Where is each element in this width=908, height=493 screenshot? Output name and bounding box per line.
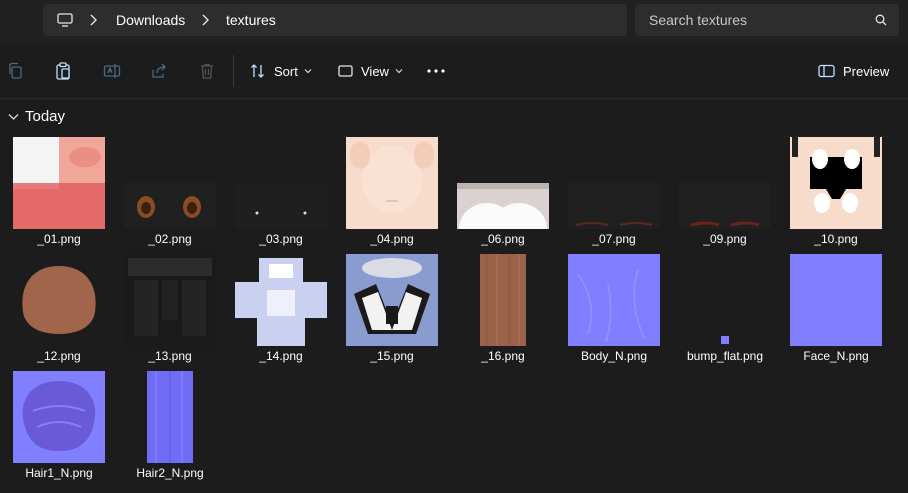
file-thumbnail <box>679 137 771 229</box>
file-name: _04.png <box>370 232 414 246</box>
file-thumbnail <box>568 137 660 229</box>
chevron-right-icon[interactable] <box>88 14 98 26</box>
file-thumbnail <box>346 137 438 229</box>
file-name: Hair2_N.png <box>136 466 204 480</box>
file-item[interactable]: _13.png <box>117 249 223 363</box>
preview-pane-icon <box>818 64 835 78</box>
file-thumbnail <box>124 371 216 463</box>
address-bar[interactable]: Downloads textures <box>43 4 627 36</box>
search-icon[interactable] <box>875 14 887 26</box>
file-item[interactable]: _07.png <box>561 132 667 246</box>
file-name: _13.png <box>148 349 192 363</box>
file-thumbnail <box>13 137 105 229</box>
file-item[interactable]: bump_flat.png <box>672 249 778 363</box>
computer-icon[interactable] <box>57 12 73 28</box>
file-thumbnail <box>124 254 216 346</box>
file-item[interactable]: _03.png <box>228 132 334 246</box>
toolbar-divider <box>233 55 234 87</box>
sort-button[interactable]: Sort <box>250 58 320 84</box>
file-thumbnail <box>13 254 105 346</box>
file-thumbnail <box>235 254 327 346</box>
file-name: _10.png <box>814 232 858 246</box>
file-item[interactable]: _01.png <box>6 132 112 246</box>
breadcrumb-downloads[interactable]: Downloads <box>116 12 185 28</box>
file-item[interactable]: _12.png <box>6 249 112 363</box>
file-item[interactable]: _15.png <box>339 249 445 363</box>
search-input[interactable]: Search textures <box>635 4 899 36</box>
file-item[interactable]: Hair1_N.png <box>6 366 112 480</box>
file-thumbnail <box>457 137 549 229</box>
breadcrumb-textures[interactable]: textures <box>226 12 276 28</box>
file-item[interactable]: Face_N.png <box>783 249 889 363</box>
file-name: _01.png <box>37 232 81 246</box>
file-name: _03.png <box>259 232 303 246</box>
file-item[interactable]: Hair2_N.png <box>117 366 223 480</box>
file-name: Body_N.png <box>580 349 648 363</box>
rename-icon[interactable] <box>103 62 121 80</box>
group-header-today[interactable]: Today <box>8 108 65 125</box>
file-thumbnail <box>568 254 660 346</box>
file-name: _16.png <box>481 349 525 363</box>
group-label: Today <box>25 108 66 125</box>
file-thumbnail <box>790 254 882 346</box>
file-item[interactable]: _02.png <box>117 132 223 246</box>
file-item[interactable]: _10.png <box>783 132 889 246</box>
chevron-down-icon <box>395 69 403 74</box>
file-item[interactable]: _06.png <box>450 132 556 246</box>
copy-icon[interactable] <box>7 62 25 80</box>
file-item[interactable]: Body_N.png <box>561 249 667 363</box>
file-item[interactable]: _09.png <box>672 132 778 246</box>
file-name: _09.png <box>703 232 747 246</box>
file-thumbnail <box>790 137 882 229</box>
address-bar-row: Downloads textures Search textures <box>0 0 908 43</box>
file-name: _02.png <box>148 232 192 246</box>
sort-icon <box>251 64 264 78</box>
file-name: _06.png <box>481 232 525 246</box>
file-thumbnail <box>679 254 771 346</box>
file-thumbnail <box>457 254 549 346</box>
file-name: _15.png <box>370 349 414 363</box>
file-name: Face_N.png <box>803 349 869 363</box>
paste-icon[interactable] <box>54 62 72 80</box>
file-name: _12.png <box>37 349 81 363</box>
file-item[interactable]: _14.png <box>228 249 334 363</box>
file-thumbnail <box>346 254 438 346</box>
delete-icon[interactable] <box>198 62 216 80</box>
search-placeholder: Search textures <box>649 12 748 28</box>
file-thumbnail <box>13 371 105 463</box>
view-icon <box>338 65 353 77</box>
file-name: bump_flat.png <box>686 349 764 363</box>
file-thumbnail <box>235 137 327 229</box>
file-name: Hair1_N.png <box>25 466 93 480</box>
view-label: View <box>361 63 389 79</box>
chevron-down-icon <box>304 69 312 74</box>
chevron-down-icon <box>8 113 19 120</box>
share-icon[interactable] <box>150 62 168 80</box>
sort-label: Sort <box>274 63 298 79</box>
preview-label: Preview <box>843 63 890 79</box>
chevron-right-icon[interactable] <box>200 14 210 26</box>
preview-pane-button[interactable]: Preview <box>818 58 889 84</box>
more-options-icon[interactable] <box>426 69 446 73</box>
file-thumbnail <box>124 137 216 229</box>
file-name: _07.png <box>592 232 636 246</box>
file-item[interactable]: _16.png <box>450 249 556 363</box>
file-name: _14.png <box>259 349 303 363</box>
file-item[interactable]: _04.png <box>339 132 445 246</box>
command-bar: Sort View Preview <box>0 43 908 99</box>
view-button[interactable]: View <box>338 58 411 84</box>
